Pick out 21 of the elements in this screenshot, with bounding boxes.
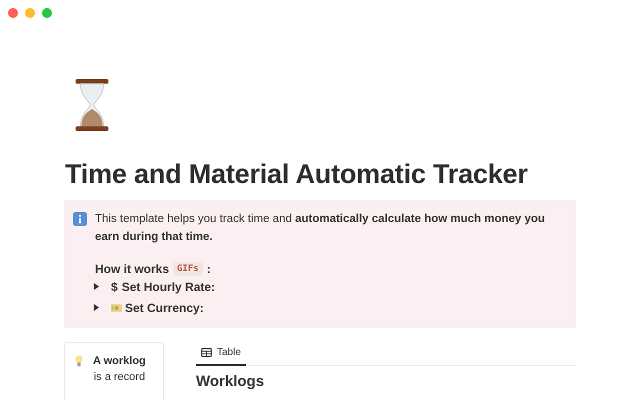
window-button[interactable] <box>42 8 52 18</box>
tip-title: A worklog <box>93 354 146 369</box>
window-button[interactable] <box>25 8 35 18</box>
toggle-label[interactable]: Set Hourly Rate: <box>122 280 216 294</box>
view-tab[interactable]: Table <box>196 347 246 366</box>
how-label: How it works <box>95 262 170 276</box>
table-icon <box>201 348 212 357</box>
page-title: Time and Material Automatic Tracker <box>65 159 529 190</box>
tip-text: is a record <box>94 370 146 385</box>
banknote-icon <box>111 304 122 312</box>
dollar-icon: $ <box>111 280 118 294</box>
toggle-label[interactable]: Set Currency: <box>125 300 204 314</box>
colon-text: : <box>206 262 211 276</box>
toggle-arrow-icon[interactable] <box>93 283 100 290</box>
lightbulb-icon <box>75 355 83 368</box>
toggle-arrow-icon[interactable] <box>93 304 100 311</box>
callout-text: This template helps you track time and automatically calculate how much money you earn during that time. <box>95 212 546 245</box>
inline-code: GIFs <box>173 262 203 276</box>
database-title: Worklogs <box>196 373 266 390</box>
window-button[interactable] <box>8 8 18 18</box>
info-icon <box>73 212 87 226</box>
